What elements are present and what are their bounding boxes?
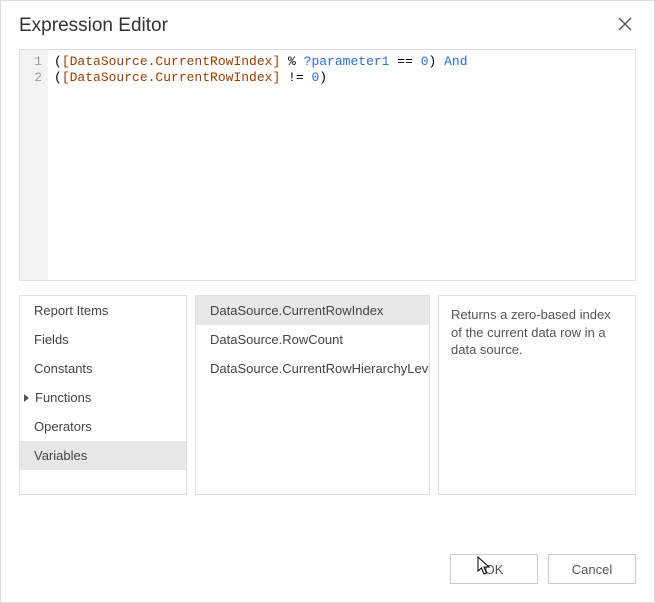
- category-label: Functions: [35, 390, 91, 405]
- category-list[interactable]: Report Items Fields Constants Functions Oper…: [19, 295, 187, 495]
- category-item[interactable]: Fields: [20, 325, 186, 354]
- line-number: 1: [24, 54, 42, 70]
- code-token: !=: [280, 70, 311, 85]
- code-gutter: 12: [20, 50, 48, 280]
- category-item[interactable]: Variables: [20, 441, 186, 470]
- dialog-body: 12 ([DataSource.CurrentRowIndex] % ?para…: [1, 49, 654, 536]
- code-token: And: [444, 54, 467, 69]
- line-number: 2: [24, 70, 42, 86]
- variable-item[interactable]: DataSource.RowCount: [196, 325, 429, 354]
- expression-code-editor[interactable]: 12 ([DataSource.CurrentRowIndex] % ?para…: [19, 49, 636, 281]
- code-token: ): [319, 70, 327, 85]
- category-label: Operators: [34, 419, 92, 434]
- variable-label: DataSource.CurrentRowHierarchyLevel: [210, 361, 430, 376]
- close-icon[interactable]: [618, 17, 636, 35]
- description-panel: Returns a zero-based index of the curren…: [438, 295, 636, 495]
- category-label: Variables: [34, 448, 87, 463]
- expand-icon: [24, 394, 29, 402]
- variable-label: DataSource.RowCount: [210, 332, 343, 347]
- code-token: %: [280, 54, 303, 69]
- category-label: Report Items: [34, 303, 108, 318]
- code-token: ): [429, 54, 445, 69]
- category-label: Fields: [34, 332, 69, 347]
- category-item[interactable]: Report Items: [20, 296, 186, 325]
- expression-editor-dialog: Expression Editor 12 ([DataSource.Curren…: [0, 0, 655, 603]
- code-token: 0: [421, 54, 429, 69]
- category-item[interactable]: Constants: [20, 354, 186, 383]
- code-token: [DataSource.CurrentRowIndex]: [62, 70, 280, 85]
- item-list[interactable]: DataSource.CurrentRowIndex DataSource.Row…: [195, 295, 430, 495]
- code-token: ==: [389, 54, 420, 69]
- code-token: ?parameter1: [304, 54, 390, 69]
- variable-label: DataSource.CurrentRowIndex: [210, 303, 383, 318]
- variable-item[interactable]: DataSource.CurrentRowHierarchyLevel: [196, 354, 429, 383]
- code-token: [DataSource.CurrentRowIndex]: [62, 54, 280, 69]
- dialog-header: Expression Editor: [1, 1, 654, 49]
- code-token: (: [54, 54, 62, 69]
- code-line[interactable]: ([DataSource.CurrentRowIndex] % ?paramet…: [54, 54, 468, 70]
- code-text[interactable]: ([DataSource.CurrentRowIndex] % ?paramet…: [48, 50, 474, 280]
- code-line[interactable]: ([DataSource.CurrentRowIndex] != 0): [54, 70, 468, 86]
- description-text: Returns a zero-based index of the curren…: [451, 307, 611, 357]
- category-item[interactable]: Operators: [20, 412, 186, 441]
- variable-item[interactable]: DataSource.CurrentRowIndex: [196, 296, 429, 325]
- code-token: (: [54, 70, 62, 85]
- ok-button[interactable]: OK: [450, 554, 538, 584]
- category-label: Constants: [34, 361, 93, 376]
- dialog-footer: OK Cancel: [1, 536, 654, 602]
- cancel-button[interactable]: Cancel: [548, 554, 636, 584]
- category-item[interactable]: Functions: [20, 383, 186, 412]
- helper-panels: Report Items Fields Constants Functions Oper…: [19, 295, 636, 495]
- dialog-title: Expression Editor: [19, 15, 168, 37]
